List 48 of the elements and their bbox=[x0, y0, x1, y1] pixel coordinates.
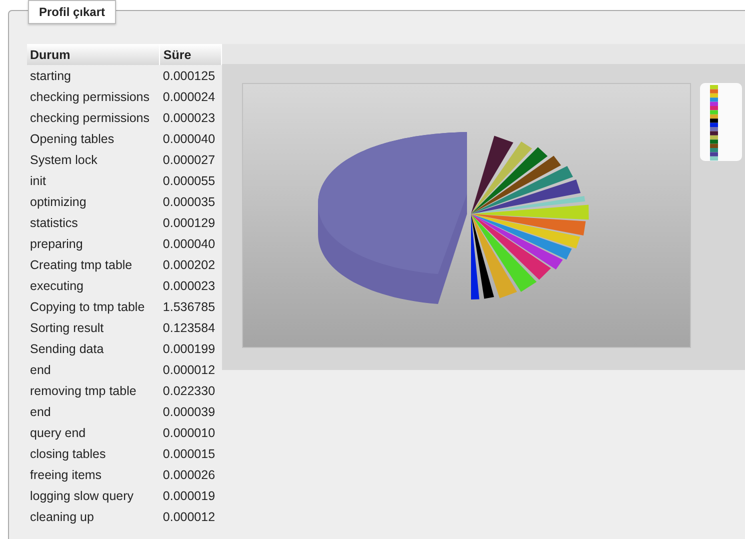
table-cell-text: 0.000023 bbox=[162, 110, 216, 126]
table-cell: starting bbox=[27, 65, 160, 86]
table-cell-text: init bbox=[29, 172, 47, 190]
table-cell-text: 1.536785 bbox=[162, 298, 216, 316]
table-cell-text: System lock bbox=[29, 152, 98, 169]
legend-swatches-icon bbox=[710, 85, 718, 161]
table-cell-text: query end bbox=[29, 424, 87, 442]
table-cell-text: preparing bbox=[29, 236, 84, 253]
table-cell-text: 0.000024 bbox=[162, 88, 216, 106]
table-cell-text: checking permissions bbox=[29, 88, 150, 106]
table-cell-text: Sending data bbox=[29, 340, 105, 358]
table-cell-text: 0.000019 bbox=[162, 488, 216, 504]
table-cell: 0.000125 bbox=[160, 65, 222, 86]
table-cell-text: checking permissions bbox=[29, 110, 150, 127]
table-cell-text: 0.000023 bbox=[162, 278, 216, 294]
table-cell-text: end bbox=[29, 362, 52, 378]
table-cell-text: 0.000202 bbox=[162, 256, 216, 274]
table-cell-text: Sorting result bbox=[29, 320, 105, 337]
table-cell-text: Opening tables bbox=[29, 130, 116, 148]
table-cell-text: 0.000199 bbox=[162, 340, 216, 358]
column-header: Durum bbox=[27, 44, 160, 65]
table-cell-text: 0.000027 bbox=[162, 152, 216, 168]
panel-title: Profil çıkart bbox=[28, 0, 116, 24]
table-cell-text: cleaning up bbox=[29, 508, 95, 526]
table-cell-text: 0.000010 bbox=[162, 424, 216, 442]
table-cell-text: 0.000026 bbox=[162, 466, 216, 484]
table-cell-text: statistics bbox=[29, 214, 79, 232]
table-cell-text: closing tables bbox=[29, 446, 107, 463]
table-cell-text: 0.022330 bbox=[162, 382, 216, 400]
table-cell-text: optimizing bbox=[29, 194, 88, 211]
table-cell-text: executing bbox=[29, 278, 85, 295]
table-cell-text: 0.123584 bbox=[162, 320, 216, 336]
table-cell-text: 0.000035 bbox=[162, 194, 216, 210]
table-cell-text: removing tmp table bbox=[29, 382, 138, 400]
table-cell-text: 0.000040 bbox=[162, 130, 216, 148]
table-cell-text: Creating tmp table bbox=[29, 256, 134, 274]
table-cell-text: end bbox=[29, 404, 52, 420]
table-cell-text: 0.000040 bbox=[162, 236, 216, 252]
table-cell-text: 0.000039 bbox=[162, 404, 216, 420]
table-cell-text: Copying to tmp table bbox=[29, 298, 146, 316]
table-cell-text: 0.000055 bbox=[162, 172, 216, 190]
table-cell-text: 0.000012 bbox=[162, 362, 216, 378]
table-cell-text: 0.000129 bbox=[162, 214, 216, 232]
column-header: Süre bbox=[160, 44, 222, 65]
table-cell-text: freeing items bbox=[29, 466, 103, 484]
table-cell-text: 0.000012 bbox=[162, 508, 216, 526]
table-cell-text: logging slow query bbox=[29, 488, 135, 505]
table-cell-text: 0.000015 bbox=[162, 446, 216, 462]
